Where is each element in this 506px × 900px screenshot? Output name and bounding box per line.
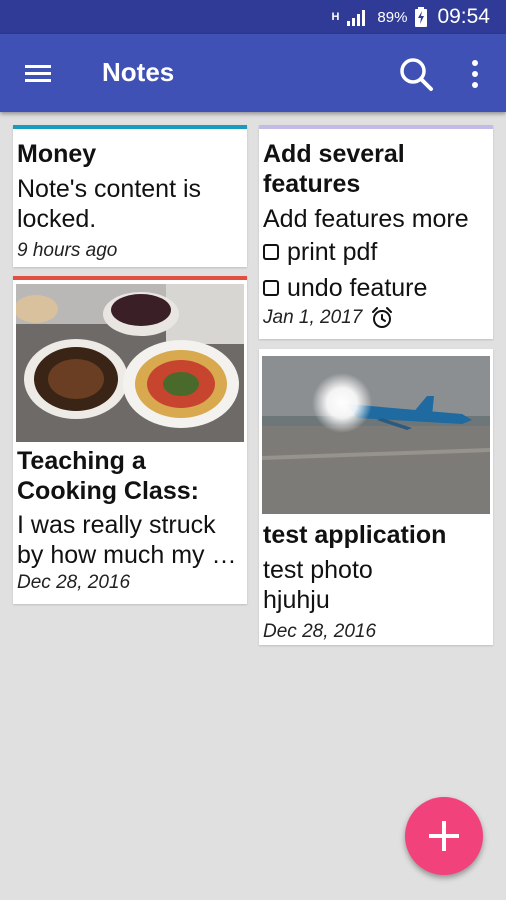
note-card-cooking[interactable]: Teaching a Cooking Class: Ti… I was real… [13, 276, 247, 604]
note-body: test photo hjuhju [263, 556, 373, 614]
alarm-icon [370, 306, 394, 330]
checklist-item[interactable]: print pdf [259, 234, 493, 270]
checklist-item-label: print pdf [287, 238, 378, 266]
note-title: Money [17, 140, 97, 168]
note-image [262, 356, 490, 514]
checklist-item-label: undo feature [287, 274, 428, 302]
network-indicator: H [331, 11, 340, 23]
checklist-item[interactable]: undo feature [259, 270, 493, 306]
battery-percent: 89% [377, 8, 408, 26]
note-date: Dec 28, 2016 [263, 621, 377, 642]
note-date-row: Jan 1, 2017 [259, 306, 493, 330]
note-card-money[interactable]: Money Note's content is locked. 9 hours … [13, 125, 247, 267]
note-image [16, 284, 244, 442]
app-bar: Notes [0, 34, 506, 112]
note-date: Dec 28, 2016 [17, 572, 131, 593]
search-icon[interactable] [396, 54, 436, 94]
checkbox-unchecked[interactable] [263, 244, 279, 260]
status-bar: H 89% 09:54 [0, 0, 506, 34]
app-title: Notes [102, 57, 175, 87]
note-card-test[interactable]: test application test photo hjuhju Dec 2… [259, 349, 493, 645]
battery-charging-icon [415, 7, 428, 27]
signal-icon [347, 8, 369, 26]
note-body: I was really struck by how much my … [17, 511, 237, 569]
note-card-features[interactable]: Add several features Add features more p… [259, 125, 493, 339]
note-date: 9 hours ago [17, 240, 118, 261]
note-title: Teaching a Cooking Class: Ti… [13, 446, 247, 506]
clock: 09:54 [437, 5, 490, 28]
network-type: H [331, 11, 340, 23]
add-note-button[interactable] [405, 797, 483, 875]
menu-icon[interactable] [18, 54, 58, 94]
note-date: Jan 1, 2017 [263, 307, 363, 328]
note-title: Add several features [263, 140, 405, 198]
checkbox-unchecked[interactable] [263, 280, 279, 296]
note-body: Note's content is locked. [17, 175, 202, 233]
note-title-text: Teaching a Cooking Class: Ti… [17, 447, 199, 505]
more-vert-icon[interactable] [462, 54, 488, 94]
note-title: test application [263, 521, 447, 549]
note-body: Add features more [263, 205, 469, 233]
plus-icon [429, 821, 459, 851]
